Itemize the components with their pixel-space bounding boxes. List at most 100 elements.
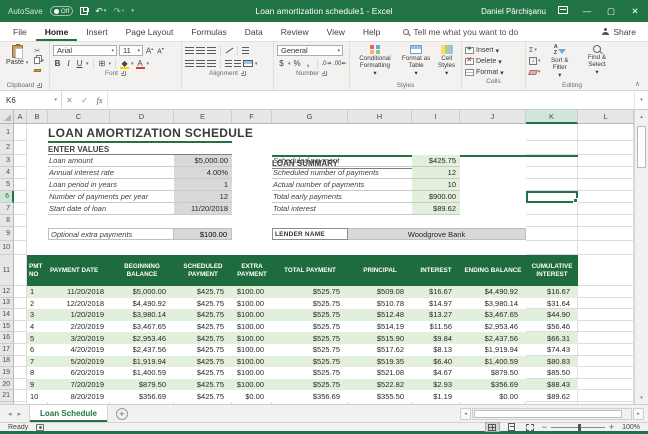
cell-A12[interactable] (14, 286, 27, 298)
find-select-button[interactable]: Find & Select▾ (579, 44, 615, 78)
minimize-button[interactable]: — (580, 6, 594, 16)
table-cell[interactable]: $1,919.94 (110, 356, 174, 368)
cell-A2[interactable] (14, 141, 27, 155)
clear-button[interactable]: ▾ (529, 67, 541, 77)
table-cell[interactable]: $1,400.59 (110, 367, 174, 379)
table-header-cell[interactable]: PRINCIPAL (348, 255, 412, 286)
undo-button[interactable]: ↶▾ (95, 6, 106, 17)
decrease-decimal-button[interactable]: .00↞ (333, 60, 346, 67)
cell-L14[interactable] (578, 309, 634, 321)
row-header-22[interactable]: 22 (0, 402, 14, 404)
row-header-13[interactable]: 13 (0, 298, 14, 310)
table-cell[interactable]: $425.75 (174, 321, 232, 333)
row-header-21[interactable]: 21 (0, 390, 14, 402)
row-header-20[interactable]: 20 (0, 379, 14, 391)
tell-me-search[interactable]: Tell me what you want to do (403, 22, 518, 41)
table-cell[interactable]: $356.69 (272, 390, 348, 402)
table-cell[interactable]: 12/20/2018 (48, 298, 110, 310)
table-cell[interactable]: 8 (27, 367, 48, 379)
prev-sheet-button[interactable]: ◂ (8, 410, 12, 418)
table-cell[interactable]: $100.00 (232, 321, 272, 333)
next-sheet-button[interactable]: ▸ (18, 410, 22, 418)
cell-A16[interactable] (14, 332, 27, 344)
delete-cells-button[interactable]: Delete▾ (465, 56, 522, 67)
cell-L2[interactable] (578, 141, 634, 155)
table-cell[interactable]: $2,953.46 (460, 321, 526, 333)
table-cell[interactable]: $100.00 (232, 286, 272, 298)
insert-function-button[interactable]: fx (92, 96, 107, 105)
table-cell[interactable]: $525.75 (272, 356, 348, 368)
format-as-table-button[interactable]: Format as Table▾ (400, 44, 432, 79)
cell-L3[interactable] (578, 155, 634, 167)
table-cell[interactable]: $521.08 (348, 367, 412, 379)
row-header-8[interactable]: 8 (0, 215, 14, 227)
cell-L8[interactable] (578, 215, 634, 227)
align-left-button[interactable] (185, 60, 194, 67)
table-cell[interactable]: $5,000.00 (110, 286, 174, 298)
row-header-19[interactable]: 19 (0, 367, 14, 379)
menu-tab-insert[interactable]: Insert (77, 22, 116, 41)
cell-L22[interactable] (578, 402, 634, 404)
table-cell[interactable]: $31.64 (526, 298, 578, 310)
cell-A17[interactable] (14, 344, 27, 356)
cell-L20[interactable] (578, 379, 634, 391)
lender-name-value-cell[interactable]: Woodgrove Bank (348, 228, 526, 240)
table-cell[interactable]: $425.75 (174, 390, 232, 402)
table-cell[interactable]: $514.19 (348, 321, 412, 333)
borders-button[interactable]: ⊞ (98, 59, 107, 68)
cell-L1[interactable] (578, 124, 634, 141)
table-cell[interactable]: 2 (27, 298, 48, 310)
table-cell[interactable]: $16.67 (412, 286, 460, 298)
input-value-cell[interactable]: 1 (174, 179, 232, 190)
wrap-text-button[interactable] (242, 47, 249, 54)
input-value-cell[interactable]: 4.00% (174, 167, 232, 178)
table-cell[interactable]: $89.62 (526, 390, 578, 402)
table-cell[interactable]: $100.00 (232, 379, 272, 391)
table-cell[interactable]: $14.97 (412, 298, 460, 310)
table-cell[interactable]: $13.27 (412, 309, 460, 321)
table-cell[interactable]: $3,980.14 (110, 309, 174, 321)
cell-I22[interactable] (412, 402, 460, 404)
table-cell[interactable]: $11.56 (412, 321, 460, 333)
row-header-7[interactable]: 7 (0, 203, 14, 215)
table-cell[interactable]: 6/20/2019 (48, 367, 110, 379)
row-header-16[interactable]: 16 (0, 332, 14, 344)
row-header-3[interactable]: 3 (0, 155, 14, 167)
column-header-F[interactable]: F (232, 110, 272, 124)
table-cell[interactable]: $509.08 (348, 286, 412, 298)
table-cell[interactable]: 10 (27, 390, 48, 402)
table-cell[interactable]: $512.48 (348, 309, 412, 321)
font-dialog-launcher[interactable] (121, 71, 126, 76)
cell-L21[interactable] (578, 390, 634, 402)
table-cell[interactable]: 1/20/2019 (48, 309, 110, 321)
table-cell[interactable]: 3/20/2019 (48, 332, 110, 344)
cell-L18[interactable] (578, 356, 634, 368)
table-header-cell[interactable]: TOTAL PAYMENT (272, 255, 348, 286)
row-header-6[interactable]: 6 (0, 191, 14, 203)
cell-L12[interactable] (578, 286, 634, 298)
scroll-up-arrow[interactable]: ▴ (635, 110, 648, 123)
table-cell[interactable]: $425.75 (174, 379, 232, 391)
column-header-G[interactable]: G (272, 110, 348, 124)
cell-A21[interactable] (14, 390, 27, 402)
horizontal-scroll-thumb[interactable] (474, 410, 622, 418)
alignment-dialog-launcher[interactable] (241, 71, 246, 76)
menu-tab-view[interactable]: View (318, 22, 354, 41)
align-center-button[interactable] (196, 60, 205, 67)
table-cell[interactable]: $515.90 (348, 332, 412, 344)
new-sheet-button[interactable]: + (116, 408, 128, 420)
table-cell[interactable]: $0.00 (460, 390, 526, 402)
selected-cell-K6[interactable] (526, 191, 578, 203)
table-cell[interactable]: 3 (27, 309, 48, 321)
table-cell[interactable]: 4 (27, 321, 48, 333)
cell-A9[interactable] (14, 227, 27, 241)
table-cell[interactable]: $100.00 (232, 332, 272, 344)
number-dialog-launcher[interactable] (322, 71, 327, 76)
cell-K8[interactable] (526, 215, 578, 227)
table-cell[interactable]: $4,490.92 (110, 298, 174, 310)
percent-style-button[interactable]: % (293, 59, 302, 68)
formula-input[interactable] (108, 91, 634, 109)
summary-value-cell[interactable]: $425.75 (412, 155, 460, 166)
table-header-cell[interactable]: PMT NO (27, 255, 48, 286)
cancel-entry-button[interactable]: ✕ (62, 96, 77, 105)
